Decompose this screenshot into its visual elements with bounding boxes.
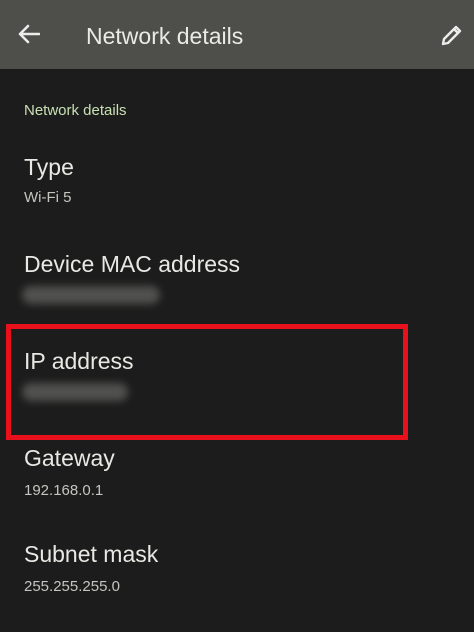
- edit-button[interactable]: [436, 19, 468, 51]
- list-item-mac-address[interactable]: Device MAC address: [0, 246, 474, 342]
- top-app-bar: Network details: [0, 0, 474, 69]
- item-title: Subnet mask: [24, 541, 159, 567]
- pencil-icon: [441, 25, 462, 46]
- section-header: Network details: [24, 102, 127, 119]
- list-item-ip-address[interactable]: IP address: [0, 343, 474, 439]
- item-title: IP address: [24, 348, 134, 374]
- arrow-back-icon: [18, 24, 40, 44]
- list-item-gateway[interactable]: Gateway 192.168.0.1: [0, 440, 474, 536]
- details-list: Network details Type Wi-Fi 5 Device MAC …: [0, 69, 474, 617]
- page-title: Network details: [86, 23, 244, 49]
- item-title: Type: [24, 154, 74, 180]
- redacted-value: [22, 383, 128, 401]
- list-item-subnet-mask[interactable]: Subnet mask 255.255.255.0: [0, 536, 474, 632]
- item-value: 192.168.0.1: [24, 482, 104, 499]
- item-title: Device MAC address: [24, 251, 241, 277]
- list-item-type[interactable]: Type Wi-Fi 5: [0, 149, 474, 245]
- redacted-value: [22, 286, 160, 304]
- item-title: Gateway: [24, 445, 115, 471]
- back-button[interactable]: [12, 17, 46, 51]
- item-value: 255.255.255.0: [24, 578, 120, 595]
- item-value: Wi-Fi 5: [24, 189, 72, 206]
